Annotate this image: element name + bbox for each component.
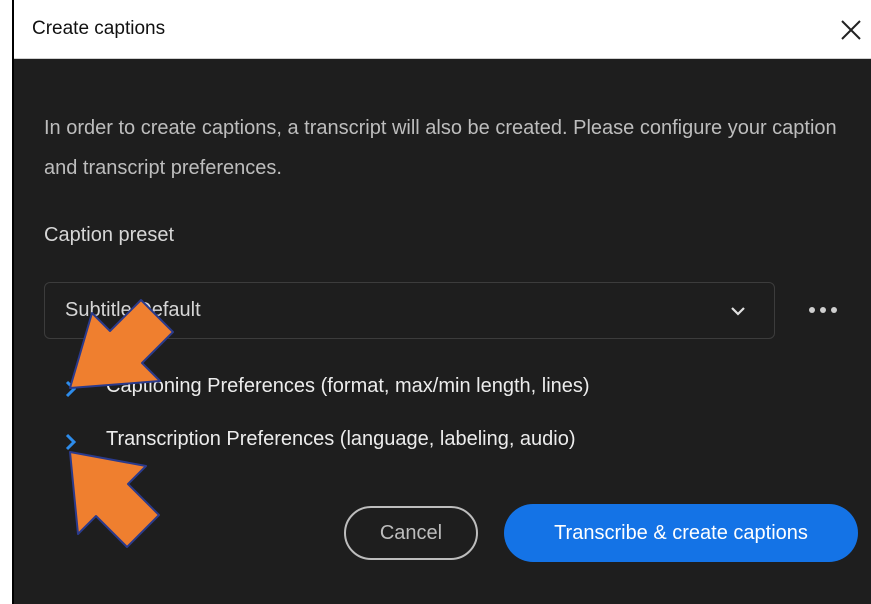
close-icon [841, 20, 861, 40]
chevron-right-icon [65, 433, 77, 451]
preset-more-button[interactable] [803, 298, 843, 322]
dialog-title: Create captions [32, 18, 166, 39]
close-button[interactable] [831, 10, 871, 50]
create-captions-dialog: Create captions In order to create capti… [12, 0, 871, 604]
caption-preset-label: Caption preset [44, 224, 175, 246]
transcription-preferences-label: Transcription Preferences (language, lab… [106, 428, 576, 450]
caption-preset-dropdown[interactable]: Subtitle Default [44, 282, 775, 339]
title-bar: Create captions [14, 0, 871, 59]
chevron-right-icon [65, 380, 77, 398]
background-strip [0, 0, 12, 604]
more-icon [809, 307, 815, 313]
dialog-description: In order to create captions, a transcrip… [44, 117, 837, 179]
transcribe-create-captions-button[interactable]: Transcribe & create captions [504, 504, 858, 562]
chevron-down-icon [731, 307, 745, 316]
caption-preset-value: Subtitle Default [65, 299, 201, 321]
captioning-preferences-label: Captioning Preferences (format, max/min … [106, 375, 590, 397]
cancel-button[interactable]: Cancel [344, 506, 478, 560]
